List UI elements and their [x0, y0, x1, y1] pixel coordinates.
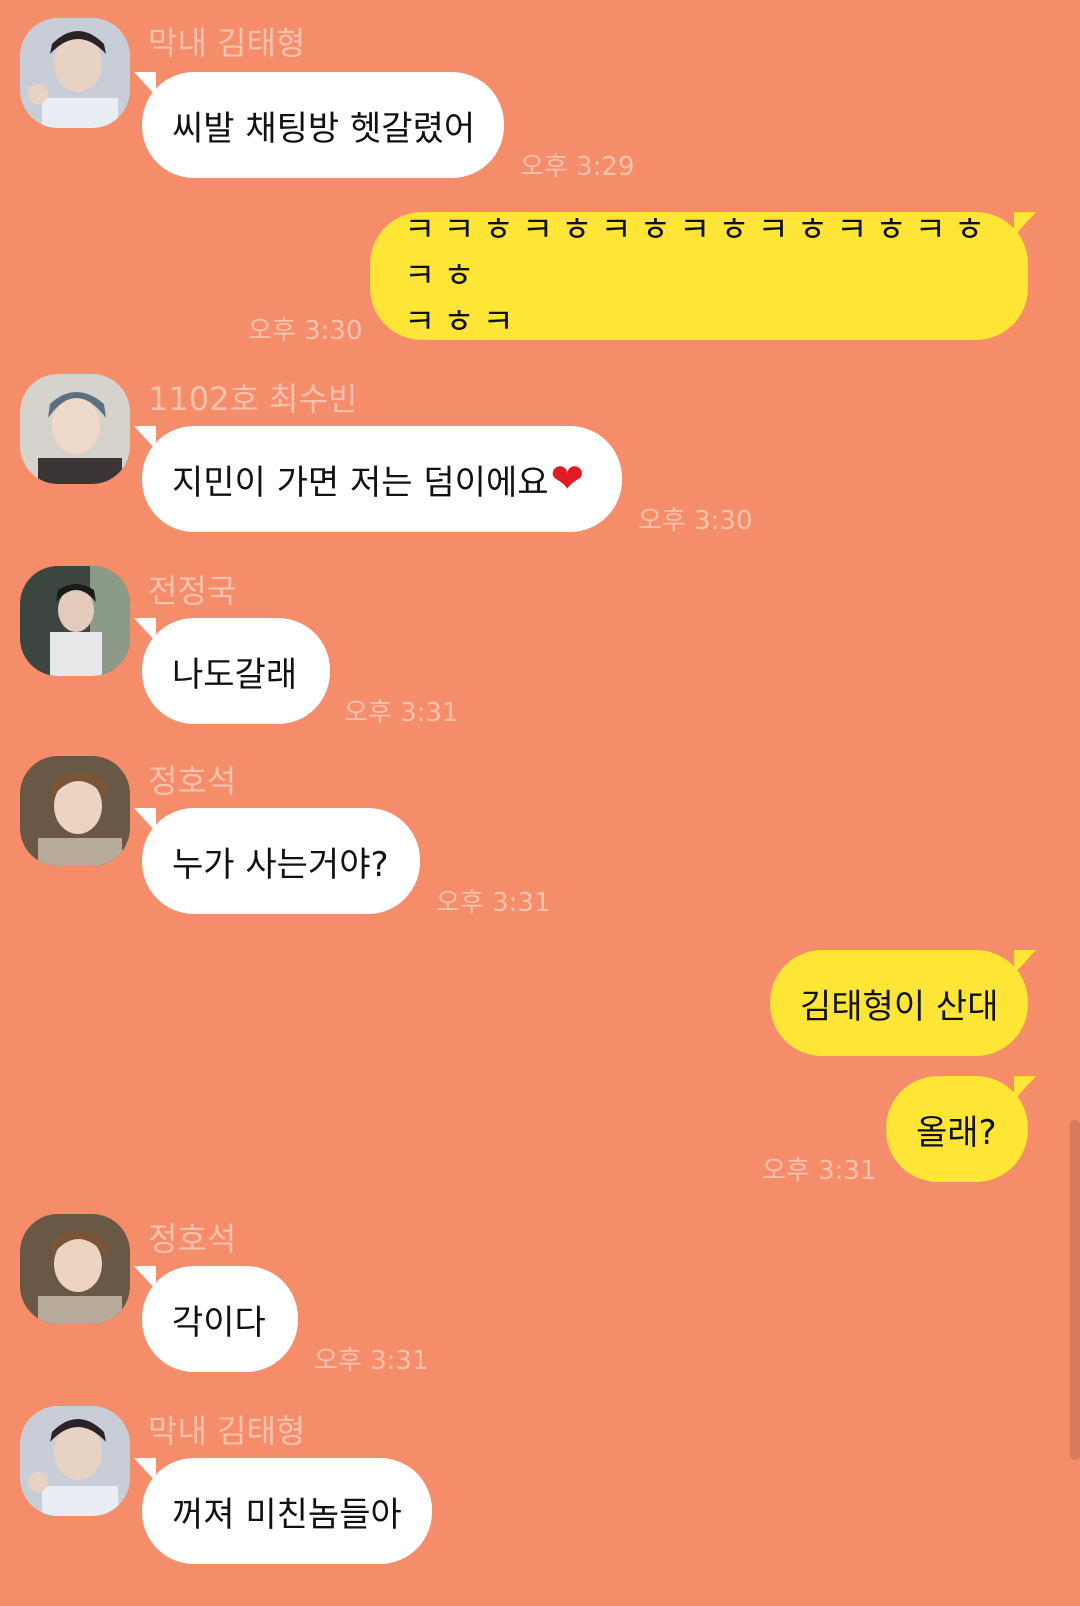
message-text: 씨발 채팅방 헷갈렸어 [172, 108, 476, 149]
sender-name: 정호석 [148, 762, 237, 800]
message-bubble[interactable]: 지민이 가면 저는 덤이에요 ❤ [134, 426, 622, 532]
sender-name: 막내 김태형 [148, 24, 306, 62]
message-text: 올래? [916, 1112, 997, 1153]
message-time: 오후 3:30 [638, 506, 753, 536]
message-bubble[interactable]: ㅋㅋㅎㅋㅎㅋㅎㅋㅎㅋㅎㅋㅎㅋㅎㅋㅎ ㅋㅎㅋ [370, 210, 1036, 342]
avatar[interactable] [20, 1214, 130, 1324]
message-time: 오후 3:29 [520, 152, 635, 182]
message-text: 꺼져 미친놈들아 [172, 1494, 402, 1535]
message-time: 오후 3:31 [436, 888, 551, 918]
sender-name: 전정국 [148, 572, 237, 610]
message-bubble[interactable]: 김태형이 산대 [770, 950, 1036, 1056]
message-text: 김태형이 산대 [800, 986, 999, 1027]
message-bubble[interactable]: 누가 사는거야? [134, 808, 420, 914]
message-time: 오후 3:31 [762, 1156, 877, 1186]
message-bubble[interactable]: 나도갈래 [134, 618, 330, 724]
avatar[interactable] [20, 374, 130, 484]
message-text: 지민이 가면 저는 덤이에요 [172, 462, 549, 503]
heart-icon: ❤ [550, 456, 585, 502]
message-text: 각이다 [172, 1302, 266, 1343]
message-time: 오후 3:31 [344, 698, 459, 728]
avatar[interactable] [20, 566, 130, 676]
message-bubble[interactable]: 씨발 채팅방 헷갈렸어 [134, 72, 504, 178]
sender-name: 막내 김태형 [148, 1412, 306, 1450]
avatar[interactable] [20, 1406, 130, 1516]
message-bubble[interactable]: 올래? [886, 1076, 1036, 1182]
sender-name: 1102호 최수빈 [148, 380, 358, 418]
avatar[interactable] [20, 756, 130, 866]
message-time: 오후 3:30 [248, 316, 363, 346]
scrollbar[interactable] [1070, 1120, 1080, 1460]
message-bubble[interactable]: 각이다 [134, 1266, 298, 1372]
avatar[interactable] [20, 18, 130, 128]
message-time: 오후 3:31 [314, 1346, 429, 1376]
sender-name: 정호석 [148, 1220, 237, 1258]
message-text: ㅋㅋㅎㅋㅎㅋㅎㅋㅎㅋㅎㅋㅎㅋㅎㅋㅎ ㅋㅎㅋ [404, 210, 994, 342]
message-text: 누가 사는거야? [172, 844, 389, 885]
message-text: 나도갈래 [172, 654, 298, 695]
message-bubble[interactable]: 꺼져 미친놈들아 [134, 1458, 432, 1564]
